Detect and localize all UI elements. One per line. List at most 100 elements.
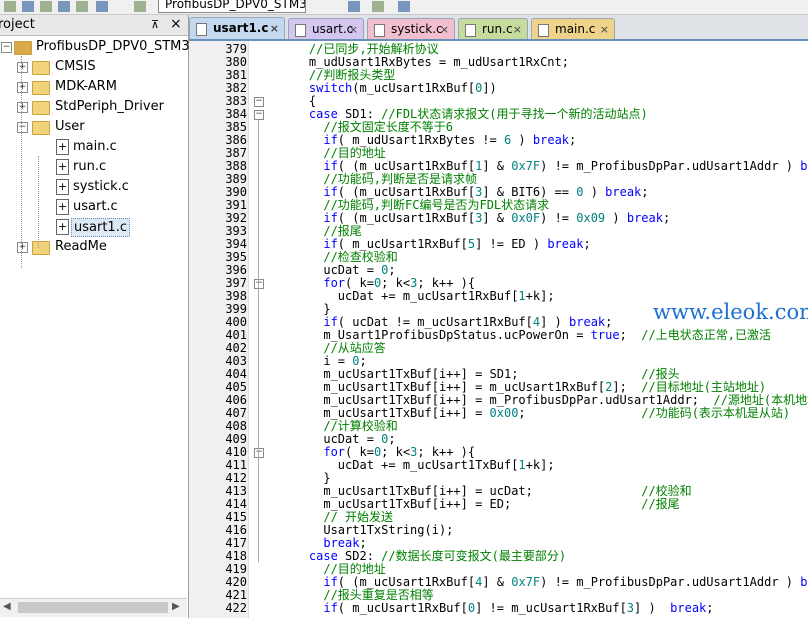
expand-icon[interactable]: + bbox=[17, 102, 28, 113]
batch-build-icon[interactable] bbox=[40, 1, 52, 12]
scrollbar-thumb[interactable] bbox=[18, 602, 168, 613]
code-text: +k]; bbox=[525, 289, 555, 303]
code-text: i = bbox=[280, 354, 353, 368]
code-text: Usart1TxString(i); bbox=[280, 523, 454, 537]
tree-folder[interactable]: + ReadMe bbox=[0, 237, 188, 257]
code-text: ; k++ ){ bbox=[417, 276, 476, 290]
tree-file[interactable]: run.c bbox=[0, 157, 188, 177]
tab-usart1-c[interactable]: usart1.c × bbox=[189, 17, 285, 39]
tab-main-c[interactable]: main.c × bbox=[531, 18, 615, 39]
tree-file[interactable]: systick.c bbox=[0, 177, 188, 197]
tab-close-icon[interactable]: × bbox=[600, 19, 609, 40]
fold-toggle-icon[interactable]: − bbox=[254, 97, 264, 107]
c-file-icon bbox=[56, 217, 69, 237]
load-icon[interactable] bbox=[96, 1, 108, 12]
code-text: ; bbox=[641, 185, 649, 199]
horizontal-scrollbar[interactable]: ◀ ▶ bbox=[0, 598, 187, 617]
tree-guide bbox=[38, 156, 39, 248]
code-comment: //源地址(本机地址) bbox=[713, 393, 808, 407]
scroll-right-arrow-icon[interactable]: ▶ bbox=[172, 601, 180, 612]
target-select[interactable]: ProfibusDP_DPV0_STM32 bbox=[158, 0, 306, 13]
code-keyword: true bbox=[590, 328, 620, 342]
code-text: ] & BIT6) == bbox=[482, 185, 577, 199]
code-text: m_Usart1ProfibusDpStatus.ucPowerOn = bbox=[280, 328, 591, 342]
code-text: ] & bbox=[482, 575, 512, 589]
tab-close-icon[interactable]: × bbox=[270, 18, 279, 39]
code-comment: //报文固定长度不等于6 bbox=[280, 120, 454, 134]
tab-label: usart.c bbox=[312, 22, 354, 36]
tab-file-icon bbox=[465, 24, 476, 37]
code-line[interactable]: if( m_ucUsart1RxBuf[0] != m_ucUsart1RxBu… bbox=[280, 601, 713, 615]
stop-build-icon[interactable] bbox=[58, 1, 70, 12]
expand-icon[interactable]: + bbox=[17, 242, 28, 253]
tab-close-icon[interactable]: × bbox=[349, 19, 358, 40]
tree-folder[interactable]: + MDK-ARM bbox=[0, 77, 188, 97]
panel-title: roject bbox=[0, 17, 35, 32]
code-text: ] ) bbox=[634, 601, 671, 615]
code-keyword: break bbox=[670, 601, 707, 615]
collapse-icon[interactable]: − bbox=[1, 42, 12, 53]
code-number: 0x00 bbox=[489, 406, 519, 420]
code-number: 3 bbox=[626, 601, 635, 615]
code-keyword: if bbox=[280, 601, 338, 615]
code-number: 1 bbox=[518, 458, 526, 472]
code-text: m_udUsart1RxBytes = m_udUsart1RxCnt; bbox=[280, 55, 569, 69]
code-keyword: if bbox=[280, 211, 338, 225]
code-keyword: if bbox=[280, 159, 338, 173]
books-icon[interactable] bbox=[398, 1, 410, 12]
manage-components-icon[interactable] bbox=[348, 1, 360, 12]
build-icon[interactable] bbox=[4, 1, 16, 12]
download-icon[interactable] bbox=[76, 1, 88, 12]
code-text: SD2: bbox=[337, 549, 382, 563]
tree-item-label: StdPeriph_Driver bbox=[55, 99, 164, 114]
code-text: ; bbox=[359, 536, 367, 550]
code-keyword: break bbox=[280, 536, 360, 550]
tab-close-icon[interactable]: × bbox=[440, 19, 449, 40]
panel-header: roject ⊼ × bbox=[0, 15, 188, 36]
target-options-icon[interactable] bbox=[134, 1, 146, 12]
code-text: ) bbox=[511, 133, 533, 147]
code-text: ; bbox=[569, 133, 577, 147]
code-text: ; bbox=[388, 432, 396, 446]
tree-file[interactable]: usart.c bbox=[0, 197, 188, 217]
code-text: m_ucUsart1TxBuf[i++] = bbox=[280, 406, 490, 420]
tab-close-icon[interactable]: × bbox=[513, 19, 522, 40]
tree-folder[interactable]: + CMSIS bbox=[0, 57, 188, 77]
code-editor[interactable]: 379 380 381 382 383 384 385 386 387 388 389 390 391 3… bbox=[189, 41, 808, 618]
tree-folder[interactable]: − User bbox=[0, 117, 188, 137]
select-packs-icon[interactable] bbox=[372, 1, 384, 12]
fold-toggle-icon[interactable]: − bbox=[254, 448, 264, 458]
rebuild-icon[interactable] bbox=[22, 1, 34, 12]
tree-file[interactable]: main.c bbox=[0, 137, 188, 157]
scroll-left-arrow-icon[interactable]: ◀ bbox=[3, 601, 11, 612]
code-text: ) != bbox=[540, 211, 577, 225]
tab-file-icon bbox=[196, 23, 207, 36]
code-keyword: break bbox=[605, 185, 642, 199]
code-comment: //从站应答 bbox=[280, 341, 386, 355]
tab-run-c[interactable]: run.c × bbox=[458, 18, 528, 39]
fold-toggle-icon[interactable]: − bbox=[254, 279, 264, 289]
code-comment: //报尾 bbox=[641, 497, 680, 511]
code-comment: // 开始发送 bbox=[280, 510, 394, 524]
expand-icon[interactable]: + bbox=[17, 62, 28, 73]
code-text: m_ucUsart1TxBuf[i++] = m_ucUsart1RxBuf[ bbox=[280, 380, 606, 394]
code-number: 0 bbox=[467, 601, 476, 615]
pin-icon[interactable]: ⊼ bbox=[151, 18, 159, 31]
close-panel-icon[interactable]: × bbox=[170, 16, 182, 32]
tab-systick-c[interactable]: systick.c × bbox=[367, 18, 455, 39]
project-root-icon bbox=[14, 41, 32, 55]
code-number: 0x7F bbox=[511, 575, 541, 589]
code-text: ] & bbox=[482, 211, 512, 225]
code-keyword: case bbox=[280, 549, 338, 563]
collapse-icon[interactable]: − bbox=[17, 122, 28, 133]
code-comment: //判断报头类型 bbox=[280, 68, 396, 82]
code-comment: //报头重复是否相等 bbox=[280, 588, 434, 602]
fold-toggle-icon[interactable]: − bbox=[254, 110, 264, 120]
expand-icon[interactable]: + bbox=[17, 82, 28, 93]
tree-folder[interactable]: + StdPeriph_Driver bbox=[0, 97, 188, 117]
tab-usart-c[interactable]: usart.c × bbox=[288, 18, 364, 39]
tree-root[interactable]: − ProfibusDP_DPV0_STM32 bbox=[0, 37, 198, 57]
editor-tabbar: usart1.c × usart.c × systick.c × run.c × main.c × bbox=[189, 15, 808, 41]
code-comment: //功能码,判断是否是请求帧 bbox=[280, 172, 478, 186]
tree-file[interactable]: usart1.c bbox=[0, 217, 188, 237]
